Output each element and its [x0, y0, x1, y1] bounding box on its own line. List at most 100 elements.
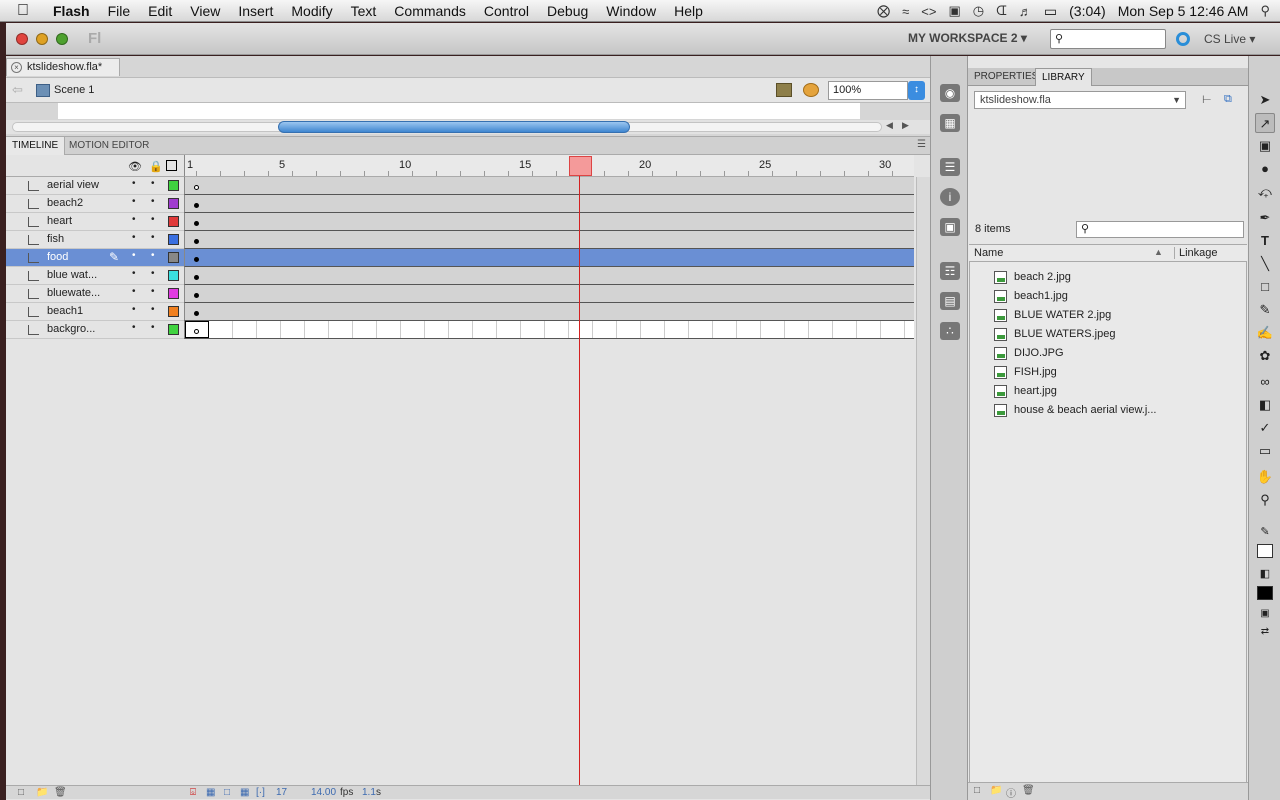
- layer-name[interactable]: backgro...: [47, 323, 113, 335]
- menu-insert[interactable]: Insert: [229, 0, 282, 22]
- delete-item-icon[interactable]: 🗑: [1022, 785, 1035, 796]
- new-folder-icon[interactable]: 📁: [990, 785, 1002, 796]
- layer-outline-color[interactable]: [168, 252, 179, 263]
- keyframe[interactable]: [194, 293, 199, 298]
- layer-outline-color[interactable]: [168, 324, 179, 335]
- layer-frames[interactable]: [184, 321, 914, 339]
- playhead[interactable]: [569, 156, 592, 176]
- fill-color-icon[interactable]: ◧: [1255, 564, 1275, 584]
- cs-live-icon[interactable]: [1176, 32, 1190, 46]
- layer-frames[interactable]: [184, 303, 914, 321]
- menu-debug[interactable]: Debug: [538, 0, 597, 22]
- layer-visible-dot[interactable]: •: [132, 232, 136, 243]
- text-tool-icon[interactable]: T: [1255, 231, 1275, 251]
- empty-keyframe[interactable]: [194, 185, 199, 190]
- free-transform-tool-icon[interactable]: ▣: [1255, 136, 1275, 156]
- menu-view[interactable]: View: [181, 0, 229, 22]
- edit-multiple-icon[interactable]: ▦: [240, 787, 249, 798]
- transform-panel-icon[interactable]: ▣: [940, 218, 960, 236]
- new-folder-icon[interactable]: 📁: [36, 787, 48, 798]
- layer-name[interactable]: fish: [47, 233, 113, 245]
- tab-properties[interactable]: PROPERTIES: [968, 68, 1044, 86]
- frame-rate[interactable]: 14.00: [311, 787, 336, 798]
- outline-all-icon[interactable]: [166, 160, 177, 171]
- help-search-input[interactable]: ⚲: [1050, 29, 1166, 49]
- eraser-tool-icon[interactable]: ▭: [1255, 441, 1275, 461]
- workspace-switcher[interactable]: MY WORKSPACE 2 ▾: [908, 31, 1027, 45]
- subselection-tool-icon[interactable]: ↗: [1255, 113, 1275, 133]
- layer-visible-dot[interactable]: •: [132, 178, 136, 189]
- time-machine-icon[interactable]: ◷: [973, 3, 984, 19]
- layer-visible-dot[interactable]: •: [132, 196, 136, 207]
- show-hide-all-icon[interactable]: 👁: [128, 160, 142, 173]
- swatches-panel-icon[interactable]: ▦: [940, 114, 960, 132]
- brush-tool-icon[interactable]: ✍: [1255, 323, 1275, 343]
- library-item[interactable]: beach1.jpg: [970, 287, 1246, 306]
- align-panel-icon[interactable]: ☰: [940, 158, 960, 176]
- fill-color-swatch[interactable]: [1257, 586, 1273, 600]
- layer-frames[interactable]: [184, 177, 914, 195]
- layer-outline-color[interactable]: [168, 216, 179, 227]
- library-item[interactable]: house & beach aerial view.j...: [970, 401, 1246, 420]
- empty-keyframe[interactable]: [194, 329, 199, 334]
- library-search-input[interactable]: ⚲: [1076, 221, 1244, 238]
- column-name[interactable]: Name: [974, 247, 1003, 259]
- spotlight-icon[interactable]: ⚲: [1260, 3, 1270, 19]
- volume-icon[interactable]: ♬: [1019, 4, 1032, 19]
- layer-outline-color[interactable]: [168, 234, 179, 245]
- library-item[interactable]: BLUE WATER 2.jpg: [970, 306, 1246, 325]
- apple-icon[interactable]: : [0, 2, 46, 20]
- hand-tool-icon[interactable]: ✋: [1255, 467, 1275, 487]
- layer-row[interactable]: beach1 • •: [6, 303, 184, 321]
- code-snippets-icon[interactable]: ☶: [940, 262, 960, 280]
- stage-canvas[interactable]: [6, 103, 930, 119]
- bluetooth-icon[interactable]: ᗭ: [996, 3, 1007, 19]
- zoom-tool-icon[interactable]: ⚲: [1255, 490, 1275, 510]
- keyframe[interactable]: [194, 257, 199, 262]
- new-symbol-icon[interactable]: □: [974, 785, 980, 796]
- layer-frames[interactable]: [184, 231, 914, 249]
- layer-name[interactable]: heart: [47, 215, 113, 227]
- menu-commands[interactable]: Commands: [385, 0, 475, 22]
- battery-time[interactable]: (3:04): [1069, 3, 1106, 19]
- layer-outline-color[interactable]: [168, 288, 179, 299]
- layer-row[interactable]: fish • •: [6, 231, 184, 249]
- app-name-menu[interactable]: Flash: [46, 3, 99, 19]
- back-arrow-icon[interactable]: ⇦: [12, 82, 23, 98]
- current-frame[interactable]: 17: [276, 787, 287, 798]
- app-badge-icon[interactable]: ▣: [948, 3, 960, 19]
- document-tab[interactable]: × ktslideshow.fla*: [6, 58, 120, 76]
- motion-presets-icon[interactable]: ∴: [940, 322, 960, 340]
- menu-file[interactable]: File: [99, 0, 140, 22]
- menu-edit[interactable]: Edit: [139, 0, 181, 22]
- layer-row[interactable]: heart • •: [6, 213, 184, 231]
- layer-name[interactable]: blue wat...: [47, 269, 113, 281]
- code-icon[interactable]: <>: [921, 4, 936, 19]
- sort-ascending-icon[interactable]: ▲: [1154, 247, 1163, 257]
- pencil-tool-icon[interactable]: ✎: [1255, 300, 1275, 320]
- layer-row[interactable]: beach2 • •: [6, 195, 184, 213]
- stroke-color-swatch[interactable]: [1257, 544, 1273, 558]
- frame-ruler[interactable]: 1 5 10 15 20 25 30: [184, 155, 914, 177]
- wifi-icon[interactable]: ≈: [902, 4, 909, 19]
- layer-outline-color[interactable]: [168, 180, 179, 191]
- keyframe[interactable]: [194, 311, 199, 316]
- 3d-rotation-tool-icon[interactable]: ●: [1255, 159, 1275, 179]
- panel-menu-icon[interactable]: ☰: [917, 139, 926, 150]
- layer-name[interactable]: food: [47, 251, 113, 263]
- onion-outline-icon[interactable]: □: [224, 787, 230, 798]
- library-item[interactable]: BLUE WATERS.jpeg: [970, 325, 1246, 344]
- layer-outline-color[interactable]: [168, 198, 179, 209]
- keyframe[interactable]: [194, 203, 199, 208]
- line-tool-icon[interactable]: ╲: [1255, 254, 1275, 274]
- elapsed-time[interactable]: 1.1: [362, 787, 376, 798]
- selection-tool-icon[interactable]: ➤: [1255, 90, 1275, 110]
- layer-lock-dot[interactable]: •: [151, 250, 155, 261]
- paint-bucket-tool-icon[interactable]: ◧: [1255, 395, 1275, 415]
- layer-name[interactable]: bluewate...: [47, 287, 113, 299]
- tab-timeline[interactable]: TIMELINE: [6, 137, 66, 155]
- layer-frames[interactable]: [184, 213, 914, 231]
- layer-row[interactable]: food ✎ • •: [6, 249, 184, 267]
- column-linkage[interactable]: Linkage: [1174, 247, 1218, 259]
- zoom-window-button[interactable]: [56, 32, 68, 45]
